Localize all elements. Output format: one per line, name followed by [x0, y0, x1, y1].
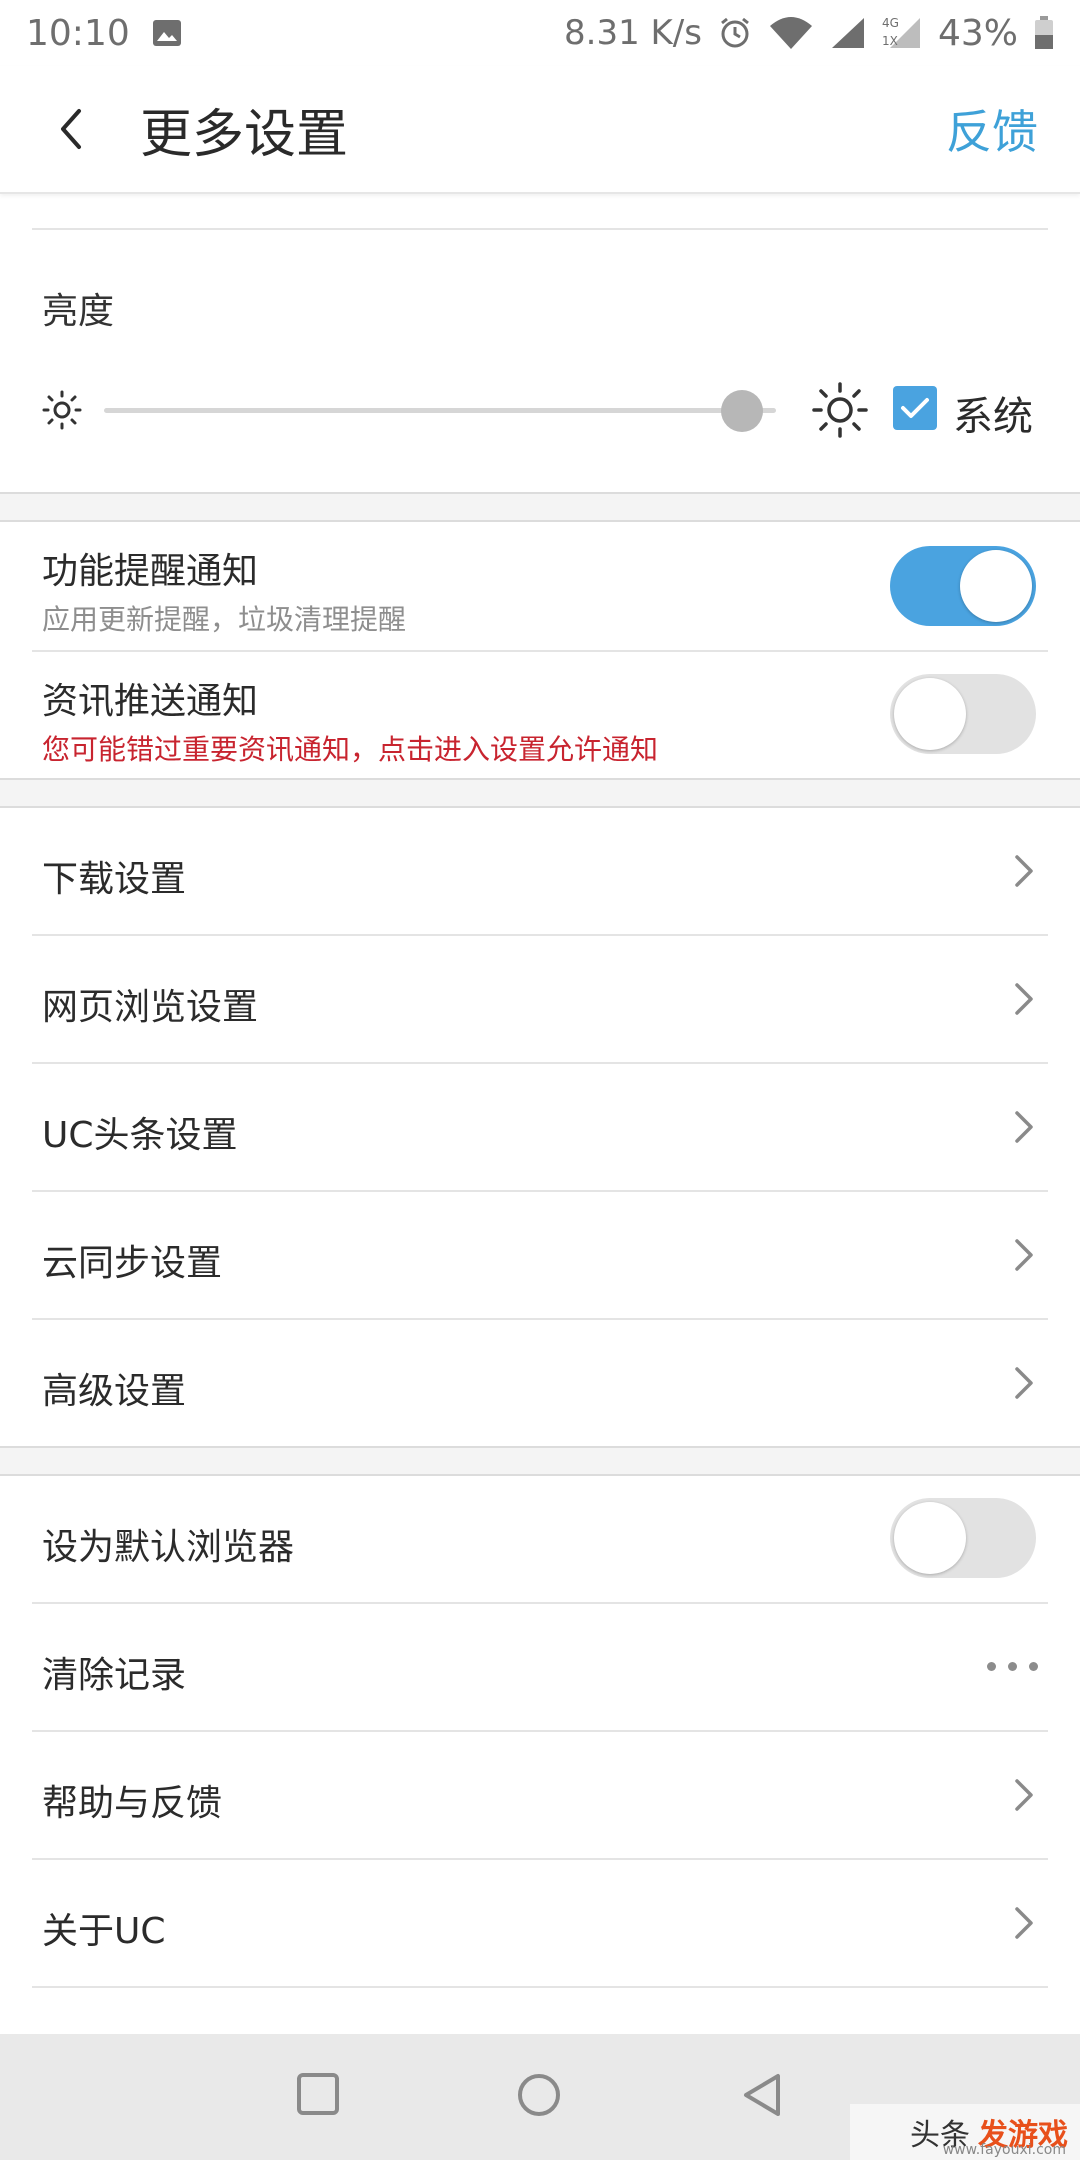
- battery-icon: [1034, 16, 1054, 50]
- system-navigation-bar: 头条 发游戏 www.fayouxi.com: [0, 2034, 1080, 2160]
- status-bar: 10:10 8.31 K/s 4G 1X 43%: [0, 0, 1080, 66]
- settings-item-web-browsing[interactable]: 网页浏览设置: [0, 936, 1080, 1062]
- section-separator: [0, 492, 1080, 522]
- checkmark-icon: [901, 398, 929, 418]
- clear-records-label: 清除记录: [42, 1655, 187, 1696]
- default-browser-label: 设为默认浏览器: [42, 1527, 295, 1568]
- news-notification-row[interactable]: 资讯推送通知 您可能错过重要资讯通知，点击进入设置允许通知: [0, 652, 1080, 778]
- watermark-site: www.fayouxi.com: [942, 2142, 1066, 2158]
- more-options-icon[interactable]: [987, 1662, 1038, 1671]
- toggle-knob: [894, 1502, 966, 1574]
- triangle-back-icon: [744, 2074, 780, 2116]
- about-uc-row[interactable]: 关于UC: [0, 1860, 1080, 1986]
- settings-item-label: 高级设置: [42, 1371, 187, 1412]
- feedback-button[interactable]: 反馈: [946, 96, 1038, 162]
- chevron-right-icon: [1012, 1904, 1036, 1946]
- feature-notification-toggle[interactable]: [890, 546, 1036, 626]
- brightness-title: 亮度: [42, 291, 115, 332]
- network-type-label: 4G: [881, 16, 899, 30]
- chevron-right-icon: [1012, 1108, 1036, 1150]
- toggle-knob: [960, 550, 1032, 622]
- brightness-low-icon: [40, 388, 84, 436]
- alarm-icon: [718, 16, 752, 50]
- settings-item-cloud-sync[interactable]: 云同步设置: [0, 1192, 1080, 1318]
- recent-apps-button[interactable]: [296, 2072, 340, 2120]
- system-brightness-checkbox[interactable]: [893, 386, 937, 430]
- brightness-control: 系统: [0, 370, 1080, 450]
- square-icon: [297, 2073, 339, 2115]
- divider: [32, 1986, 1048, 1988]
- settings-item-label: 网页浏览设置: [42, 987, 259, 1028]
- chevron-right-icon: [1012, 980, 1036, 1022]
- default-browser-row[interactable]: 设为默认浏览器: [0, 1476, 1080, 1602]
- wifi-icon: [768, 16, 814, 50]
- battery-percent: 43%: [937, 12, 1018, 54]
- system-brightness-label: 系统: [953, 394, 1033, 440]
- help-feedback-label: 帮助与反馈: [42, 1783, 223, 1824]
- clear-records-row[interactable]: 清除记录: [0, 1604, 1080, 1730]
- feature-notification-title: 功能提醒通知: [42, 551, 259, 592]
- settings-item-uc-headlines[interactable]: UC头条设置: [0, 1064, 1080, 1190]
- news-notification-title: 资讯推送通知: [42, 681, 259, 722]
- news-notification-warning[interactable]: 您可能错过重要资讯通知，点击进入设置允许通知: [42, 728, 658, 768]
- brightness-slider-thumb[interactable]: [720, 390, 763, 432]
- chevron-right-icon: [1012, 1236, 1036, 1278]
- section-separator: [0, 1446, 1080, 1476]
- feature-notification-row[interactable]: 功能提醒通知 应用更新提醒，垃圾清理提醒: [0, 522, 1080, 650]
- settings-item-label: 下载设置: [42, 859, 187, 900]
- image-notification-icon: [152, 19, 182, 47]
- back-arrow-icon: [61, 109, 81, 149]
- back-button[interactable]: [0, 65, 140, 193]
- chevron-right-icon: [1012, 852, 1036, 894]
- cell-signal-icon: [830, 16, 866, 50]
- brightness-slider[interactable]: [104, 408, 776, 413]
- status-time: 10:10: [26, 12, 130, 54]
- brightness-high-icon: [812, 382, 868, 442]
- settings-item-advanced[interactable]: 高级设置: [0, 1320, 1080, 1446]
- divider: [32, 228, 1048, 230]
- network-type-label-secondary: 1X: [881, 34, 898, 48]
- toggle-knob: [894, 678, 966, 750]
- settings-item-label: UC头条设置: [42, 1115, 238, 1156]
- watermark: 头条 发游戏 www.fayouxi.com: [850, 2104, 1080, 2160]
- about-uc-label: 关于UC: [42, 1911, 166, 1952]
- settings-item-download[interactable]: 下载设置: [0, 808, 1080, 934]
- cell-signal-secondary-icon: 4G 1X: [882, 16, 922, 50]
- feature-notification-subtitle: 应用更新提醒，垃圾清理提醒: [42, 603, 407, 636]
- settings-item-label: 云同步设置: [42, 1243, 223, 1284]
- section-separator: [0, 778, 1080, 808]
- chevron-right-icon: [1012, 1364, 1036, 1406]
- news-notification-toggle[interactable]: [890, 674, 1036, 754]
- chevron-right-icon: [1012, 1776, 1036, 1818]
- back-nav-button[interactable]: [740, 2072, 784, 2122]
- home-button[interactable]: [516, 2072, 562, 2122]
- page-title: 更多设置: [140, 104, 349, 165]
- default-browser-toggle[interactable]: [890, 1498, 1036, 1578]
- help-feedback-row[interactable]: 帮助与反馈: [0, 1732, 1080, 1858]
- network-speed: 8.31 K/s: [564, 13, 702, 53]
- top-app-bar: 更多设置 反馈: [0, 66, 1080, 194]
- circle-icon: [518, 2074, 560, 2116]
